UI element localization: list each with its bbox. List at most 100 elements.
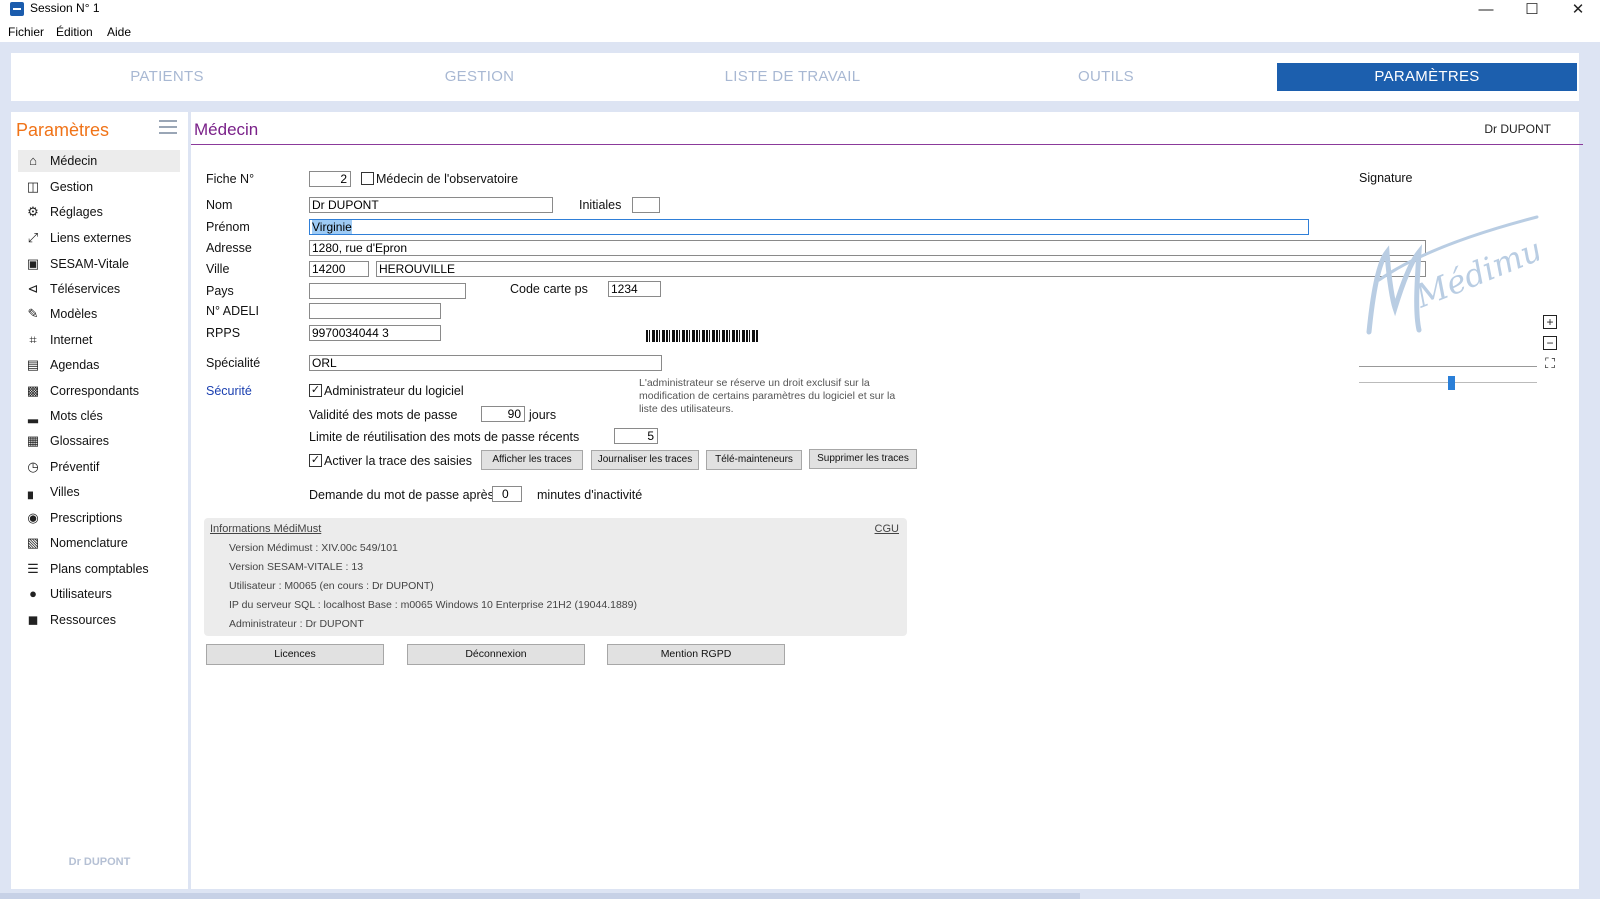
code-carte-label: Code carte ps [510,282,588,296]
contact-book-icon: ▩ [26,383,40,398]
city-icon: ▖ [28,484,38,499]
sidebar-item-villes[interactable]: ▖ Villes [18,481,180,503]
sidebar-item-agendas[interactable]: ▤ Agendas [18,354,180,376]
clock-icon: ◷ [27,459,39,474]
tab-parametres[interactable]: PARAMÈTRES [1277,63,1577,91]
info-title-link[interactable]: Informations MédiMust [210,523,321,535]
car-icon: ◼ [27,612,39,627]
demande-label: Demande du mot de passe après [309,488,494,502]
rpps-barcode [646,330,758,342]
sidebar-item-reglages[interactable]: ⚙ Réglages [18,201,180,223]
signature-zoom-slider-thumb[interactable] [1448,376,1455,390]
window-title: Session N° 1 [30,1,100,15]
sidebar-item-sesam-vitale[interactable]: ▣ SESAM-Vitale [18,253,180,275]
home-icon: ⌂ [29,153,37,168]
specialite-field[interactable]: ORL [309,355,662,371]
supprimer-traces-button[interactable]: Supprimer les traces [809,449,917,469]
sidebar-item-ressources[interactable]: ◼ Ressources [18,609,180,631]
sidebar-item-medecin[interactable]: ⌂ Médecin [18,150,180,172]
limite-label: Limite de réutilisation des mots de pass… [309,430,580,444]
deconnexion-button[interactable]: Déconnexion [407,644,585,665]
hamburger-menu-icon[interactable] [159,120,177,134]
afficher-traces-button[interactable]: Afficher les traces [481,450,583,470]
initiales-label: Initiales [579,198,622,212]
page-title: Médecin [194,120,259,139]
tab-gestion[interactable]: GESTION [323,63,636,91]
sidebar-item-preventif[interactable]: ◷ Préventif [18,456,180,478]
adeli-field[interactable] [309,303,441,319]
observatoire-checkbox[interactable] [361,172,374,185]
info-line: Administrateur : Dr DUPONT [229,618,364,630]
card-terminal-icon: ▣ [26,256,40,271]
sidebar-item-prescriptions[interactable]: ◉ Prescriptions [18,507,180,529]
admin-checkbox[interactable]: ✓ [309,384,322,397]
tab-liste-de-travail[interactable]: LISTE DE TRAVAIL [636,63,949,91]
close-button[interactable]: ✕ [1555,0,1600,24]
prenom-label: Prénom [206,220,250,234]
tab-patients[interactable]: PATIENTS [11,63,323,91]
sidebar-item-gestion[interactable]: ◫ Gestion [18,176,180,198]
tab-outils[interactable]: OUTILS [949,63,1263,91]
list-icon: ☰ [27,561,39,576]
signature-image[interactable]: Médimust [1359,212,1539,342]
ville-field[interactable]: HEROUVILLE [376,261,1426,277]
code-carte-field[interactable]: 1234 [608,281,661,297]
validite-label: Validité des mots de passe [309,408,458,422]
prenom-field[interactable]: Virginie [309,219,1309,235]
fiche-number-field[interactable]: 2 [309,171,351,187]
title-divider [191,144,1583,145]
fiche-label: Fiche N° [206,172,255,186]
journaliser-traces-button[interactable]: Journaliser les traces [591,450,699,470]
signature-label: Signature [1359,171,1413,185]
trace-checkbox[interactable]: ✓ [309,454,322,467]
title-bar: Session N° 1 — ☐ ✕ [0,0,1600,24]
info-line: IP du serveur SQL : localhost Base : m00… [229,599,637,611]
ville-label: Ville [206,262,230,276]
sidebar-item-glossaires[interactable]: ▦ Glossaires [18,430,180,452]
adresse-label: Adresse [206,241,252,255]
rpps-label: RPPS [206,326,241,340]
cogs-icon: ⚙ [27,204,39,219]
minimize-button[interactable]: — [1463,0,1509,24]
menu-aide[interactable]: Aide [107,25,131,39]
zoom-in-icon[interactable]: + [1543,315,1557,329]
horizontal-scrollbar[interactable] [0,893,1080,899]
demande-field[interactable]: 0 [492,486,522,502]
trace-label: Activer la trace des saisies [324,454,472,468]
sidebar-item-teleservices[interactable]: ⊲ Téléservices [18,278,180,300]
sidebar-item-modeles[interactable]: ✎ Modèles [18,303,180,325]
sidebar-item-plans-comptables[interactable]: ☰ Plans comptables [18,558,180,580]
menu-fichier[interactable]: Fichier [8,25,44,39]
app-icon [10,2,24,16]
main-panel: Médecin Dr DUPONT Fiche N° 2 Médecin de … [191,112,1583,889]
sidebar-item-correspondants[interactable]: ▩ Correspondants [18,380,180,402]
sidebar-item-nomenclature[interactable]: ▧ Nomenclature [18,532,180,554]
adeli-label: N° ADELI [206,304,259,318]
info-box: Informations MédiMust CGU Version Médimu… [204,518,907,636]
sidebar-item-internet[interactable]: ⌗ Internet [18,329,180,351]
tele-mainteneurs-button[interactable]: Télé-mainteneurs [706,450,802,470]
observatoire-label: Médecin de l'observatoire [376,172,519,186]
admin-note: L'administrateur se réserve un droit exc… [639,377,896,415]
code-postal-field[interactable]: 14200 [309,261,369,277]
sidebar: Paramètres ⌂ Médecin ◫ Gestion ⚙ Réglage… [11,112,188,889]
adresse-field[interactable]: 1280, rue d'Epron [309,240,1426,256]
fit-screen-icon[interactable]: ⛶ [1543,356,1557,371]
sidebar-item-mots-cles[interactable]: ▂ Mots clés [18,405,180,427]
rpps-field[interactable]: 9970034044 3 [309,325,441,341]
sidebar-item-utilisateurs[interactable]: ● Utilisateurs [18,583,180,605]
mention-rgpd-button[interactable]: Mention RGPD [607,644,785,665]
pays-field[interactable] [309,283,466,299]
cgu-link[interactable]: CGU [875,523,899,535]
nom-field[interactable]: Dr DUPONT [309,197,553,213]
sidebar-title: Paramètres [16,120,110,140]
validite-field[interactable]: 90 [481,406,525,422]
licences-button[interactable]: Licences [206,644,384,665]
wifi-icon: ⌗ [29,332,37,347]
maximize-button[interactable]: ☐ [1509,0,1555,24]
initiales-field[interactable] [632,197,660,213]
sidebar-item-liens-externes[interactable]: ⤢ Liens externes [18,227,180,249]
menu-edition[interactable]: Édition [56,25,93,39]
limite-field[interactable]: 5 [614,428,658,444]
zoom-out-icon[interactable]: − [1543,336,1557,350]
